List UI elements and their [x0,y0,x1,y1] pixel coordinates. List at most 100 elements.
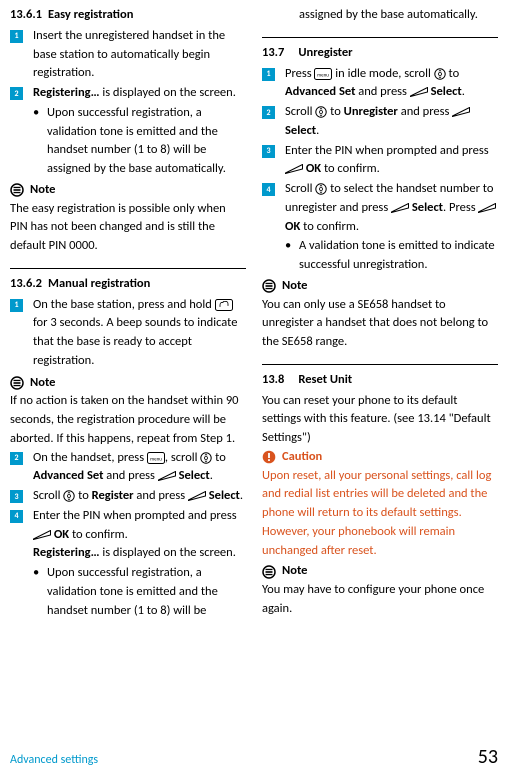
plain-text: On the handset, press [33,450,147,465]
step-row: 1 Insert the unregistered handset in the… [10,27,246,83]
menu-button-icon [147,452,165,464]
step-text: Registering… is displayed on the screen. [33,84,246,103]
divider [262,364,498,365]
note-icon [10,376,24,390]
plain-text: to confirm. [321,161,380,176]
plain-text: Scroll [285,181,315,196]
plain-text: Enter the PIN when prompted and press [285,143,489,158]
softkey-icon [33,530,51,540]
heading-num: 13.6.2 [10,275,42,294]
plain-text: and press [398,104,452,119]
step-text: Scroll to select the handset number to u… [285,180,498,236]
step-row: 4 Enter the PIN when prompted and press … [10,507,246,563]
note-heading: Note [262,562,498,581]
bold-text: Register [92,488,134,503]
plain-text: is displayed on the screen. [100,545,236,560]
nav-button-icon [200,452,212,464]
step-text: Insert the unregistered handset in the b… [33,27,246,83]
step-row: 1 Press in idle mode, scroll to Advanced… [262,65,498,103]
caution-heading: Caution [262,448,498,467]
note-heading: Note [10,181,246,200]
right-column: assigned by the base automatically. 13.7… [262,6,498,620]
plain-text: to [327,104,343,119]
step-row: 1 On the base station, press and hold fo… [10,296,246,371]
bold-text: Advanced Set [33,468,103,483]
softkey-icon [285,164,303,174]
plain-text: Scroll [285,104,315,119]
reset-body: You can reset your phone to its default … [262,392,498,448]
step-badge-2: 2 [10,452,23,465]
sub-bullet: • A validation tone is emitted to indica… [262,237,498,275]
nav-button-icon [63,490,75,502]
footer-section-label: Advanced settings [10,751,98,769]
bold-text: Unregister [344,104,398,119]
softkey-icon [478,203,496,213]
plain-text: Press [285,66,314,81]
sub-bullet: • Upon successful registration, a valida… [10,564,246,620]
bullet-dot: • [285,237,299,275]
heading-title: Manual registration [48,275,150,294]
plain-text: , scroll [165,450,200,465]
paging-button-icon [215,299,233,311]
step-badge-1: 1 [10,299,23,312]
divider [10,268,246,269]
bold-text: OK [306,161,321,176]
note-body: If no action is taken on the handset wit… [10,392,246,448]
step-badge-2: 2 [262,106,275,119]
bold-text: OK [54,527,69,542]
plain-text: and press [103,468,157,483]
page-footer: Advanced settings 53 [10,742,498,772]
heading-num: 13.6.1 [10,6,42,25]
step-row: 2 Scroll to Unregister and press Select. [262,103,498,141]
softkey-icon [410,87,428,97]
sub-bullet: • Upon successful registration, a valida… [10,104,246,179]
heading-13-8: 13.8 Reset Unit [262,371,498,390]
plain-text: . Press [443,200,478,215]
heading-13-6-1: 13.6.1 Easy registration [10,6,246,25]
step-row: 3 Scroll to Register and press Select. [10,487,246,506]
step-row: 2 Registering… is displayed on the scree… [10,84,246,103]
footer-page-number: 53 [478,742,498,772]
softkey-icon [391,203,409,213]
bold-text: Select [209,488,240,503]
caution-body: Upon reset, all your personal settings, … [262,467,498,561]
plain-text: to [212,450,225,465]
note-label: Note [30,181,55,200]
plain-text: is displayed on the screen. [100,85,236,100]
bold-text: Registering… [33,545,100,560]
nav-button-icon [315,106,327,118]
left-column: 13.6.1 Easy registration 1 Insert the un… [10,6,246,620]
heading-13-7: 13.7 Unregister [262,44,498,63]
note-heading: Note [262,277,498,296]
note-icon [262,279,276,293]
plain-text: Scroll [33,488,63,503]
plain-text: and press [134,488,188,503]
plain-text: in idle mode, scroll [332,66,433,81]
step-badge-4: 4 [10,510,23,523]
menu-button-icon [314,68,332,80]
note-body: The easy registration is possible only w… [10,200,246,256]
step-text: Scroll to Register and press Select. [33,487,246,506]
bold-text: Select [285,123,316,138]
step-row: 4 Scroll to select the handset number to… [262,180,498,236]
note-label: Note [282,277,307,296]
softkey-icon [158,471,176,481]
heading-num: 13.8 [262,371,284,390]
plain-text: to confirm. [300,219,359,234]
note-icon [262,565,276,579]
note-icon [10,183,24,197]
note-body: You may have to configure your phone onc… [262,581,498,619]
plain-text: to confirm. [69,527,128,542]
bold-text: Select [431,84,462,99]
step-badge-1: 1 [10,30,23,43]
plain-text: for 3 seconds. A beep sounds to indicate… [33,315,237,368]
caution-label: Caution [282,448,322,467]
step-text: Scroll to Unregister and press Select. [285,103,498,141]
plain-text: Enter the PIN when prompted and press [33,508,237,523]
bullet-text: Upon successful registration, a validati… [47,564,246,620]
continuation-text: assigned by the base automatically. [262,6,498,25]
note-heading: Note [10,374,246,393]
note-label: Note [30,374,55,393]
nav-button-icon [434,68,446,80]
step-text: Press in idle mode, scroll to Advanced S… [285,65,498,103]
